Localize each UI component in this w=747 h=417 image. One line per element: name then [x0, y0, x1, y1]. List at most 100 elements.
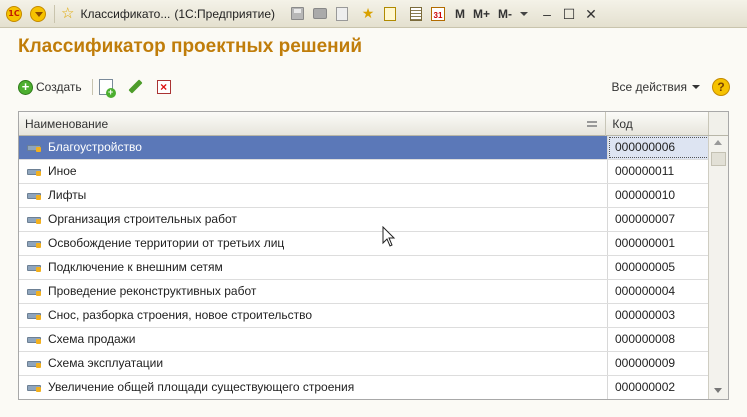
- toolbar-divider: [91, 79, 93, 95]
- command-bar: + Создать × Все действия ?: [18, 74, 730, 100]
- add-to-favorites-icon[interactable]: ★: [359, 5, 377, 23]
- print-icon[interactable]: [311, 5, 329, 23]
- row-name-text: Снос, разборка строения, новое строитель…: [48, 308, 313, 322]
- cell-name[interactable]: Схема продажи: [19, 328, 608, 351]
- catalog-item-icon: [27, 312, 41, 320]
- all-actions-button[interactable]: Все действия: [612, 80, 700, 94]
- scrollbar-corner: [708, 112, 728, 135]
- cell-code[interactable]: 000000003: [608, 304, 710, 327]
- vertical-scrollbar[interactable]: [708, 136, 728, 399]
- cell-name[interactable]: Подключение к внешним сетям: [19, 256, 608, 279]
- sort-icon: [587, 121, 598, 127]
- catalog-item-icon: [27, 384, 41, 392]
- maximize-button[interactable]: ☐: [558, 7, 580, 21]
- titlebar-divider: [54, 4, 55, 23]
- create-label: Создать: [36, 80, 82, 94]
- table-row[interactable]: Увеличение общей площади существующего с…: [19, 376, 728, 399]
- cell-code[interactable]: 000000009: [608, 352, 710, 375]
- memory-add-button[interactable]: M+: [473, 7, 490, 21]
- row-name-text: Благоустройство: [48, 140, 142, 154]
- cell-name[interactable]: Освобождение территории от третьих лиц: [19, 232, 608, 255]
- table-row[interactable]: Иное 000000011: [19, 160, 728, 184]
- cell-code[interactable]: 000000001: [608, 232, 710, 255]
- row-name-text: Проведение реконструктивных работ: [48, 284, 257, 298]
- cell-code[interactable]: 000000004: [608, 280, 710, 303]
- scroll-down-icon[interactable]: [714, 388, 722, 393]
- table-row[interactable]: Освобождение территории от третьих лиц 00…: [19, 232, 728, 256]
- close-button[interactable]: ✕: [580, 7, 602, 21]
- table-row[interactable]: Лифты 000000010: [19, 184, 728, 208]
- row-name-text: Организация строительных работ: [48, 212, 237, 226]
- cell-name[interactable]: Снос, разборка строения, новое строитель…: [19, 304, 608, 327]
- table-header: Наименование Код: [19, 112, 728, 136]
- favorites-doc-icon[interactable]: [381, 5, 399, 23]
- scrollbar-thumb[interactable]: [711, 152, 726, 166]
- column-header-code[interactable]: Код: [606, 112, 708, 136]
- catalog-item-icon: [27, 192, 41, 200]
- catalog-item-icon: [27, 264, 41, 272]
- catalog-item-icon: [27, 360, 41, 368]
- table-row[interactable]: Снос, разборка строения, новое строитель…: [19, 304, 728, 328]
- edit-pencil-icon[interactable]: [127, 79, 143, 95]
- row-name-text: Лифты: [48, 188, 87, 202]
- cell-code[interactable]: 000000006: [608, 136, 710, 159]
- print-preview-icon[interactable]: [333, 5, 351, 23]
- row-name-text: Схема продажи: [48, 332, 136, 346]
- table-row[interactable]: Организация строительных работ 000000007: [19, 208, 728, 232]
- window-titlebar: 1С ☆ Классификато... (1С:Предприятие) ★ 3…: [0, 0, 747, 28]
- scroll-up-icon[interactable]: [714, 140, 722, 145]
- catalog-item-icon: [27, 288, 41, 296]
- app-logo-icon[interactable]: 1С: [4, 4, 24, 24]
- catalog-item-icon: [27, 240, 41, 248]
- row-name-text: Освобождение территории от третьих лиц: [48, 236, 285, 250]
- delete-icon[interactable]: ×: [156, 80, 171, 94]
- save-icon[interactable]: [289, 5, 307, 23]
- page-title: Классификатор проектных решений: [18, 36, 363, 57]
- chevron-down-icon: [692, 85, 700, 89]
- calendar-icon[interactable]: 31: [429, 5, 447, 23]
- cell-name[interactable]: Схема эксплуатации: [19, 352, 608, 375]
- cell-code[interactable]: 000000007: [608, 208, 710, 231]
- window-title: Классификато... (1С:Предприятие): [80, 6, 275, 21]
- cell-code[interactable]: 000000005: [608, 256, 710, 279]
- cell-name[interactable]: Проведение реконструктивных работ: [19, 280, 608, 303]
- memory-subtract-button[interactable]: M-: [498, 7, 512, 21]
- table-body: Благоустройство 000000006 Иное 000000011 Лиф…: [19, 136, 728, 399]
- cell-name[interactable]: Иное: [19, 160, 608, 183]
- copy-icon[interactable]: [98, 79, 116, 98]
- classifier-table: Наименование Код Благоустройство 00000000…: [18, 111, 729, 400]
- row-name-text: Иное: [48, 164, 77, 178]
- cell-code[interactable]: 000000010: [608, 184, 710, 207]
- create-button[interactable]: + Создать: [18, 76, 86, 98]
- row-name-text: Увеличение общей площади существующего с…: [48, 380, 355, 394]
- cell-code[interactable]: 000000002: [608, 376, 710, 399]
- calculator-icon[interactable]: [407, 5, 425, 23]
- catalog-item-icon: [27, 216, 41, 224]
- cell-name[interactable]: Организация строительных работ: [19, 208, 608, 231]
- cell-name[interactable]: Благоустройство: [19, 136, 608, 159]
- cell-code[interactable]: 000000011: [608, 160, 710, 183]
- memory-store-button[interactable]: M: [455, 7, 465, 21]
- catalog-item-icon: [27, 168, 41, 176]
- catalog-item-icon: [27, 144, 41, 152]
- table-row[interactable]: Благоустройство 000000006: [19, 136, 728, 160]
- chevron-down-icon[interactable]: [520, 11, 528, 16]
- row-name-text: Схема эксплуатации: [48, 356, 164, 370]
- cell-name[interactable]: Лифты: [19, 184, 608, 207]
- favorites-star-icon[interactable]: ☆: [61, 6, 74, 21]
- row-name-text: Подключение к внешним сетям: [48, 260, 223, 274]
- catalog-item-icon: [27, 336, 41, 344]
- all-actions-label: Все действия: [611, 80, 687, 94]
- cell-code[interactable]: 000000008: [608, 328, 710, 351]
- cell-name[interactable]: Увеличение общей площади существующего с…: [19, 376, 608, 399]
- table-row[interactable]: Подключение к внешним сетям 000000005: [19, 256, 728, 280]
- main-menu-icon[interactable]: [28, 4, 48, 24]
- table-row[interactable]: Проведение реконструктивных работ 0000000…: [19, 280, 728, 304]
- table-row[interactable]: Схема эксплуатации 000000009: [19, 352, 728, 376]
- add-icon: +: [18, 79, 33, 95]
- help-icon[interactable]: ?: [712, 78, 730, 96]
- column-header-name[interactable]: Наименование: [19, 112, 607, 136]
- table-row[interactable]: Схема продажи 000000008: [19, 328, 728, 352]
- mouse-pointer-icon: [382, 226, 396, 247]
- minimize-button[interactable]: –: [536, 7, 558, 21]
